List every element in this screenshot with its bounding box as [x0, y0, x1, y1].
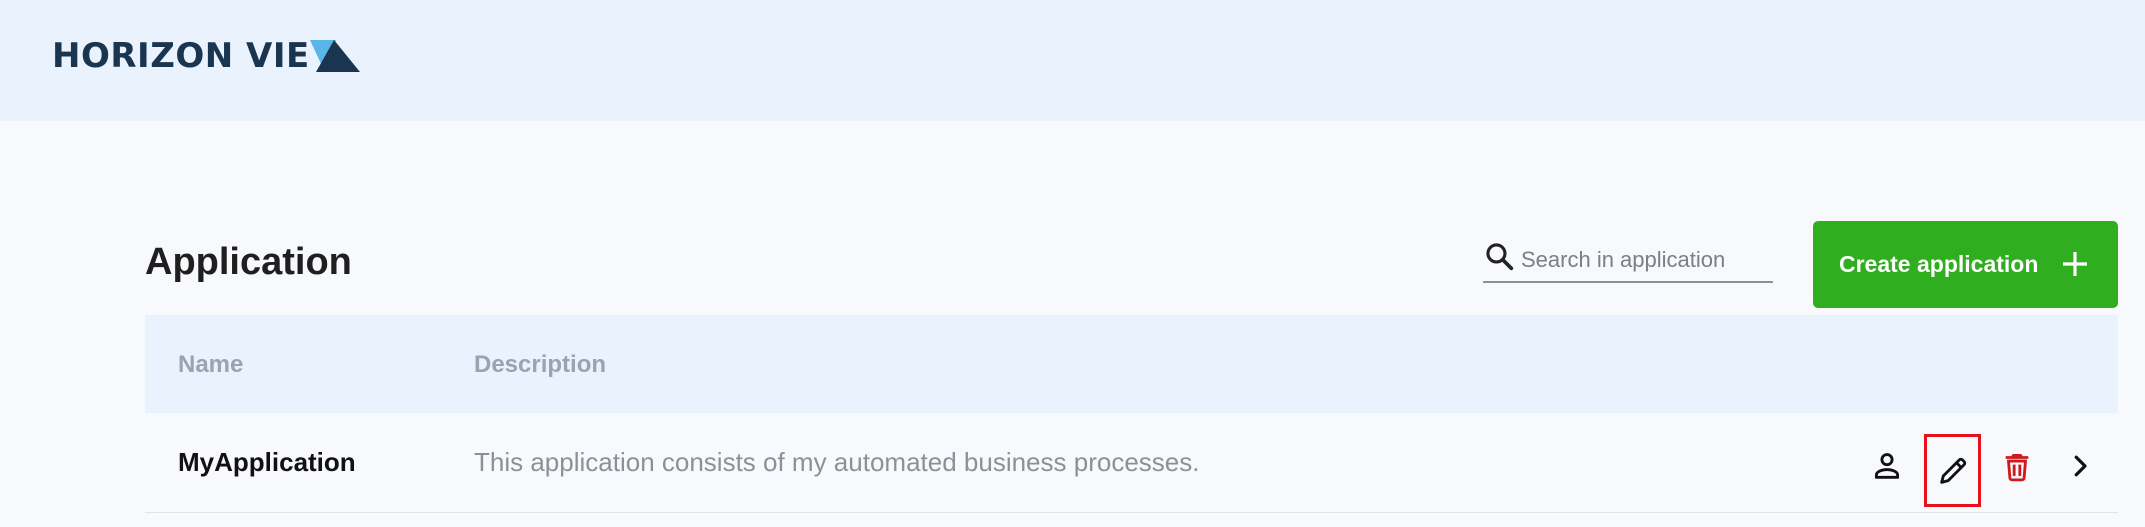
page-title: Application [145, 241, 352, 283]
search-icon [1486, 242, 1514, 270]
table-row[interactable]: MyApplication This application consists … [145, 413, 2118, 513]
application-description: This application consists of my automate… [474, 447, 1200, 477]
permissions-button[interactable] [1859, 438, 1915, 494]
delete-button[interactable] [1989, 438, 2045, 494]
column-header-description[interactable]: Description [474, 351, 606, 379]
logo-triangle-icon [309, 40, 360, 72]
chevron-right-icon [2074, 455, 2087, 477]
application-name: MyApplication [178, 447, 356, 477]
trash-icon [2005, 453, 2029, 482]
table-header: Name Description [145, 315, 2118, 413]
edit-button[interactable] [1924, 434, 1981, 507]
plus-icon [2063, 252, 2087, 276]
create-application-label: Create application [1839, 251, 2039, 277]
applications-table: Name Description MyApplication This appl… [145, 315, 2118, 513]
search-box[interactable] [1483, 238, 1773, 283]
pencil-icon [1939, 457, 1966, 484]
person-icon [1874, 453, 1900, 479]
logo-text: HORIZON VIE [52, 36, 310, 76]
create-application-button[interactable]: Create application [1813, 221, 2118, 308]
logo[interactable]: HORIZON VIE [52, 36, 360, 76]
column-header-name[interactable]: Name [178, 351, 243, 379]
open-application-button[interactable] [2052, 438, 2108, 494]
app-header: HORIZON VIE [0, 0, 2145, 121]
search-input[interactable] [1521, 242, 1761, 277]
